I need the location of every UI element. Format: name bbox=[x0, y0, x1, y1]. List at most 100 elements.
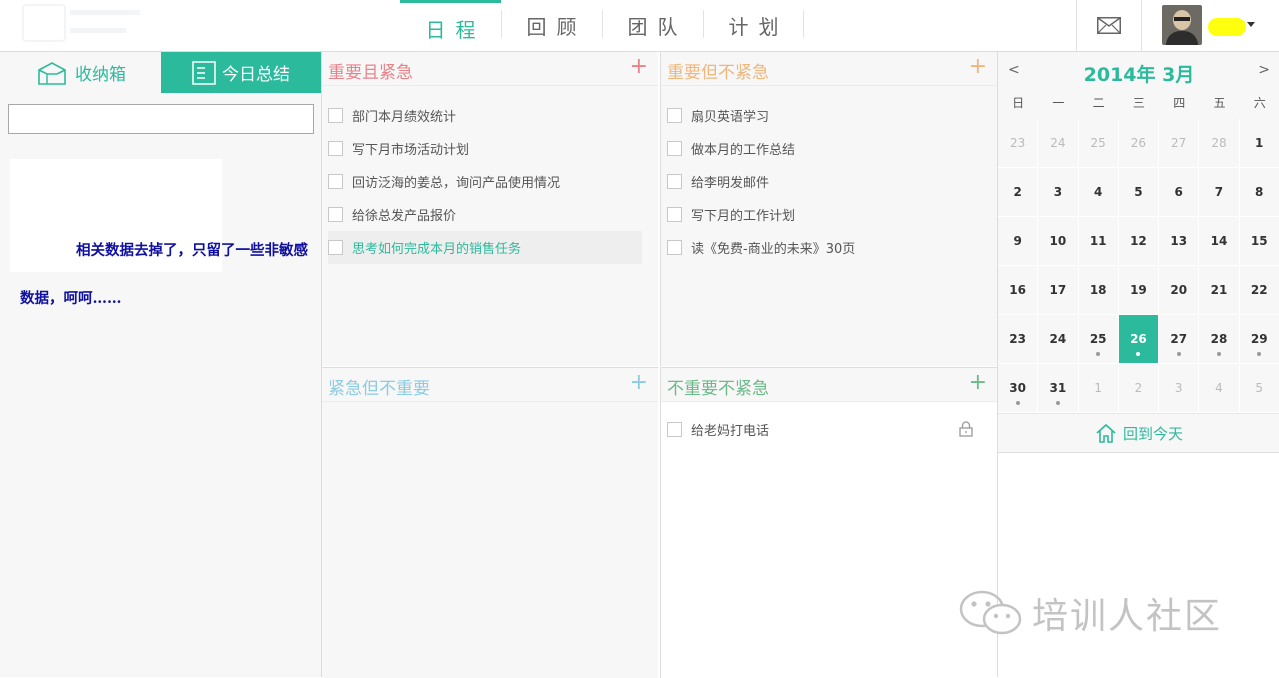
calendar-day[interactable]: 3 bbox=[1038, 168, 1079, 217]
calendar-day[interactable]: 27 bbox=[1159, 119, 1200, 168]
task-item[interactable]: 给老妈打电话 bbox=[667, 413, 973, 446]
task-item[interactable]: 扇贝英语学习 bbox=[667, 99, 981, 132]
calendar-day[interactable]: 5 bbox=[1118, 168, 1160, 217]
mail-button[interactable] bbox=[1076, 0, 1142, 51]
calendar-day[interactable]: 23 bbox=[998, 119, 1039, 168]
task-checkbox[interactable] bbox=[667, 174, 682, 189]
calendar-day[interactable]: 5 bbox=[1239, 364, 1279, 413]
task-checkbox[interactable] bbox=[667, 240, 682, 255]
task-item[interactable]: 给徐总发产品报价 bbox=[328, 198, 642, 231]
task-item[interactable]: 写下月的工作计划 bbox=[667, 198, 981, 231]
tab-plan[interactable]: 计划 bbox=[703, 0, 804, 51]
calendar-day[interactable]: 12 bbox=[1118, 217, 1160, 266]
task-checkbox[interactable] bbox=[328, 141, 343, 156]
calendar-day[interactable]: 19 bbox=[1118, 266, 1160, 315]
day-number: 26 bbox=[1130, 332, 1147, 346]
calendar-day[interactable]: 4 bbox=[1078, 168, 1119, 217]
calendar-day[interactable]: 23 bbox=[998, 315, 1039, 364]
calendar-day[interactable]: 27 bbox=[1159, 315, 1200, 364]
task-checkbox[interactable] bbox=[667, 207, 682, 222]
calendar-day[interactable]: 20 bbox=[1159, 266, 1200, 315]
calendar-day[interactable]: 22 bbox=[1239, 266, 1279, 315]
tab-team[interactable]: 团队 bbox=[602, 0, 703, 51]
task-checkbox[interactable] bbox=[667, 141, 682, 156]
calendar-day[interactable]: 26 bbox=[1118, 119, 1160, 168]
day-number: 25 bbox=[1090, 136, 1106, 150]
task-checkbox[interactable] bbox=[328, 240, 343, 255]
calendar-day[interactable]: 25 bbox=[1078, 315, 1119, 364]
weekday-label: 三 bbox=[1132, 96, 1145, 110]
day-number: 25 bbox=[1089, 332, 1107, 346]
task-item[interactable]: 做本月的工作总结 bbox=[667, 132, 981, 165]
calendar-day[interactable]: 28 bbox=[1199, 119, 1240, 168]
inbox-tab[interactable]: 收纳箱 bbox=[0, 52, 161, 93]
lock-icon[interactable] bbox=[959, 421, 973, 441]
calendar-day[interactable]: 4 bbox=[1199, 364, 1240, 413]
day-number: 4 bbox=[1215, 381, 1223, 395]
calendar-day-today[interactable]: 26 bbox=[1118, 315, 1160, 364]
task-checkbox[interactable] bbox=[667, 422, 682, 437]
calendar-day[interactable]: 10 bbox=[1038, 217, 1079, 266]
calendar-day[interactable]: 24 bbox=[1038, 315, 1079, 364]
back-to-today-button[interactable]: 回到今天 bbox=[998, 413, 1279, 453]
calendar-day[interactable]: 9 bbox=[998, 217, 1039, 266]
task-item[interactable]: 给李明发邮件 bbox=[667, 165, 981, 198]
add-icon[interactable]: + bbox=[969, 371, 987, 395]
add-icon[interactable]: + bbox=[630, 371, 648, 395]
calendar-day[interactable]: 16 bbox=[998, 266, 1039, 315]
calendar-day[interactable]: 21 bbox=[1199, 266, 1240, 315]
task-item[interactable]: 读《免费-商业的未来》30页 bbox=[667, 231, 981, 264]
calendar-day[interactable]: 29 bbox=[1239, 315, 1279, 364]
calendar-day[interactable]: 2 bbox=[1118, 364, 1160, 413]
calendar-day[interactable]: 24 bbox=[1038, 119, 1079, 168]
day-number: 2 bbox=[1013, 185, 1022, 199]
next-month-button[interactable]: > bbox=[1258, 62, 1270, 78]
calendar-day[interactable]: 14 bbox=[1199, 217, 1240, 266]
calendar-day[interactable]: 13 bbox=[1159, 217, 1200, 266]
task-checkbox[interactable] bbox=[667, 108, 682, 123]
calendar-day[interactable]: 6 bbox=[1159, 168, 1200, 217]
task-item-hovered[interactable]: 思考如何完成本月的销售任务 bbox=[328, 231, 642, 264]
day-number: 9 bbox=[1013, 234, 1022, 248]
calendar-day[interactable]: 30 bbox=[998, 364, 1039, 413]
day-number: 3 bbox=[1174, 381, 1183, 395]
task-checkbox[interactable] bbox=[328, 108, 343, 123]
calendar-day[interactable]: 15 bbox=[1239, 217, 1279, 266]
event-dot bbox=[1216, 352, 1221, 356]
day-number: 26 bbox=[1130, 136, 1147, 150]
calendar-day[interactable]: 1 bbox=[1239, 119, 1279, 168]
task-checkbox[interactable] bbox=[328, 207, 343, 222]
quadrant-title: 重要且紧急 bbox=[328, 63, 413, 83]
calendar-day[interactable]: 7 bbox=[1199, 168, 1240, 217]
calendar-day[interactable]: 17 bbox=[1038, 266, 1079, 315]
calendar-day[interactable]: 3 bbox=[1159, 364, 1200, 413]
calendar-day[interactable]: 1 bbox=[1078, 364, 1119, 413]
username-redacted[interactable] bbox=[1208, 18, 1246, 36]
calendar-day[interactable]: 28 bbox=[1199, 315, 1240, 364]
calendar-day[interactable]: 25 bbox=[1078, 119, 1119, 168]
task-item[interactable]: 写下月市场活动计划 bbox=[328, 132, 642, 165]
day-number: 15 bbox=[1250, 234, 1268, 248]
app-logo[interactable] bbox=[22, 4, 147, 42]
quadrant-title: 不重要不紧急 bbox=[667, 379, 769, 399]
tab-review[interactable]: 回顾 bbox=[501, 0, 602, 51]
calendar-day[interactable]: 11 bbox=[1078, 217, 1119, 266]
calendar-day[interactable]: 8 bbox=[1239, 168, 1279, 217]
tab-schedule[interactable]: 日程 bbox=[400, 0, 501, 51]
avatar[interactable] bbox=[1162, 5, 1202, 45]
event-dot bbox=[1096, 352, 1101, 356]
calendar-day[interactable]: 2 bbox=[998, 168, 1039, 217]
task-item[interactable]: 回访泛海的姜总，询问产品使用情况 bbox=[328, 165, 642, 198]
search-input[interactable] bbox=[8, 104, 314, 134]
daily-summary-tab[interactable]: 今日总结 bbox=[161, 52, 321, 93]
day-number: 4 bbox=[1093, 185, 1103, 199]
day-number: 3 bbox=[1053, 185, 1063, 199]
task-item[interactable]: 部门本月绩效统计 bbox=[328, 99, 642, 132]
add-icon[interactable]: + bbox=[630, 55, 648, 79]
day-number: 28 bbox=[1210, 332, 1228, 346]
calendar-day[interactable]: 31 bbox=[1038, 364, 1079, 413]
chevron-down-icon[interactable] bbox=[1247, 22, 1255, 27]
add-icon[interactable]: + bbox=[969, 55, 987, 79]
task-checkbox[interactable] bbox=[328, 174, 343, 189]
calendar-day[interactable]: 18 bbox=[1078, 266, 1119, 315]
